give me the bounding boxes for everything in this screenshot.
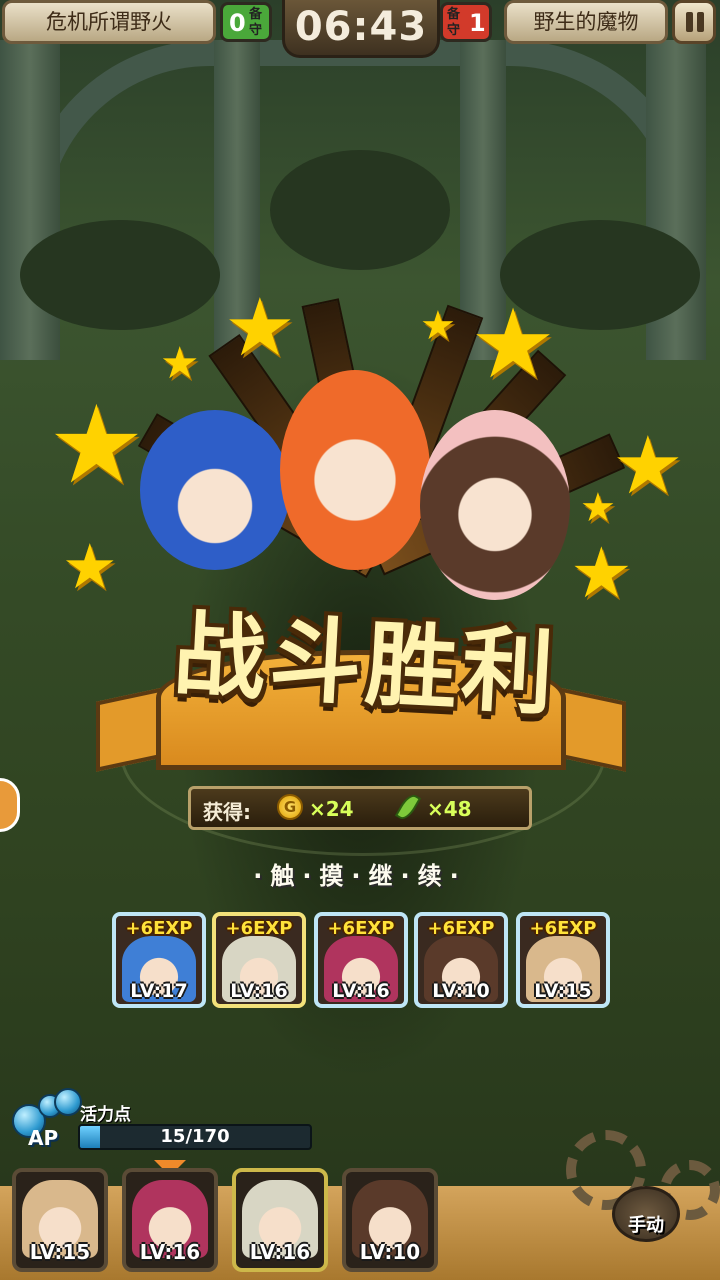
character-level: LV:16 — [249, 1240, 311, 1264]
character-level: LV:16 — [332, 980, 390, 1002]
orb-icon — [54, 1088, 82, 1116]
star-icon: ★ — [570, 532, 633, 614]
pause-icon-bar — [697, 12, 704, 32]
coin-amount: ×24 — [309, 797, 354, 821]
exp-card: +6EXP LV:16 — [212, 912, 306, 1008]
exp-gain: +6EXP — [225, 918, 293, 939]
exp-gain: +6EXP — [529, 918, 597, 939]
character-level: LV:16 — [230, 980, 288, 1002]
character-level: LV:16 — [139, 1240, 201, 1264]
manual-mode-button[interactable]: 手动 — [612, 1186, 680, 1242]
exp-gain: +6EXP — [125, 918, 193, 939]
exp-card: +6EXP LV:17 — [112, 912, 206, 1008]
left-score-badge: 0 备守 — [220, 2, 272, 42]
exp-card: +6EXP LV:10 — [414, 912, 508, 1008]
star-icon: ★ — [160, 338, 200, 389]
party-slot[interactable]: LV:16 — [122, 1168, 218, 1272]
character-level: LV:15 — [534, 980, 592, 1002]
ap-label: 活力点 — [80, 1105, 131, 1125]
touch-to-continue[interactable]: ·触·摸·继·续· — [200, 856, 520, 891]
victory-banner: 战斗胜利 — [96, 601, 626, 790]
party-slot[interactable]: LV:15 — [12, 1168, 108, 1272]
right-score-badge: 备守 1 — [440, 2, 492, 42]
star-icon: ★ — [62, 530, 118, 603]
pause-icon — [686, 12, 693, 32]
right-stage-name: 野生的魔物 — [504, 0, 668, 44]
coin-icon: G — [277, 794, 303, 820]
brown-hair-girl-character — [420, 410, 570, 600]
character-level: LV:15 — [29, 1240, 91, 1264]
orange-hair-hero-character — [280, 370, 430, 570]
reward-bar: 获得: G ×24 ×48 — [188, 786, 532, 830]
party-slot[interactable]: LV:10 — [342, 1168, 438, 1272]
bush — [20, 220, 220, 330]
leaf-icon — [394, 791, 422, 823]
star-icon: ★ — [224, 281, 296, 374]
left-score: 0 — [229, 9, 246, 37]
battle-timer: 06:43 — [282, 0, 440, 58]
star-icon: ★ — [612, 419, 684, 512]
character-level: LV:10 — [359, 1240, 421, 1264]
exp-gain: +6EXP — [427, 918, 495, 939]
star-icon: ★ — [580, 485, 616, 531]
blue-catgirl-character — [140, 410, 290, 570]
ap-tag: AP — [28, 1126, 59, 1150]
ap-value: 15/170 — [160, 1126, 230, 1147]
star-icon: ★ — [420, 303, 456, 349]
exp-card: +6EXP LV:16 — [314, 912, 408, 1008]
top-hud: 危机所谓野火 0 备守 06:43 备守 1 野生的魔物 — [0, 0, 720, 58]
leaf-amount: ×48 — [427, 797, 472, 821]
exp-gain: +6EXP — [327, 918, 395, 939]
star-icon: ★ — [470, 288, 557, 400]
victory-title: 战斗胜利 — [171, 601, 561, 728]
right-score-label: 备守 — [447, 7, 461, 38]
exp-card: +6EXP LV:15 — [516, 912, 610, 1008]
ap-bar: 15/170 — [78, 1124, 312, 1150]
bush — [270, 150, 450, 270]
reward-label: 获得: — [203, 800, 251, 824]
party-slot[interactable]: LV:16 — [232, 1168, 328, 1272]
character-level: LV:17 — [130, 980, 188, 1002]
pause-button[interactable] — [672, 0, 716, 44]
star-icon: ★ — [48, 383, 145, 508]
left-score-label: 备守 — [249, 7, 263, 38]
character-level: LV:10 — [432, 980, 490, 1002]
left-stage-name: 危机所谓野火 — [2, 0, 216, 44]
right-score: 1 — [469, 9, 486, 37]
